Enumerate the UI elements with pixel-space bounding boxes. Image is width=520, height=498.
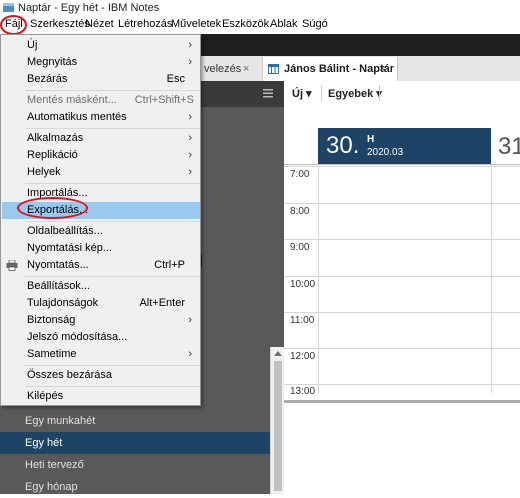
export-annotation-circle <box>17 197 88 219</box>
header-divider <box>284 164 520 165</box>
menu-item-exit[interactable]: Kilépés <box>2 388 200 405</box>
menu-separator <box>25 183 200 184</box>
nav-item-label: Egy hónap <box>25 481 78 493</box>
day-header[interactable]: 30. H 2020.03 <box>318 128 491 164</box>
menu-separator <box>25 221 200 222</box>
menu-separator <box>25 128 200 129</box>
menu-item-preferences[interactable]: Beállítások... <box>2 278 200 295</box>
menu-item-sametime[interactable]: Sametime › <box>2 346 200 363</box>
nav-item-label: Egy munkahét <box>25 415 96 427</box>
menu-window[interactable]: Ablak <box>270 18 298 30</box>
nav-item-week-planner[interactable]: Heti tervező <box>0 454 270 476</box>
chevron-right-icon: › <box>188 111 192 123</box>
printer-icon <box>6 260 18 271</box>
next-day-number[interactable]: 31 <box>498 133 520 161</box>
nav-item-label: Egy hét <box>25 437 63 449</box>
menu-item-autosave[interactable]: Automatikus mentés › <box>2 109 200 126</box>
file-menu-dropdown: Új › Megnyitás › Bezárás Esc Mentés másként… <box>0 34 201 406</box>
hamburger-icon[interactable] <box>263 89 273 98</box>
tab-calendar[interactable]: János Bálint - Naptár × <box>262 57 398 81</box>
toolbar-divider <box>321 85 322 101</box>
menu-separator <box>25 90 200 91</box>
day-number: 30. <box>326 132 360 159</box>
toolbar-divider <box>379 85 380 101</box>
menu-edit[interactable]: Szerkesztés <box>30 18 90 30</box>
file-menu-annotation-circle <box>0 15 27 35</box>
tab-calendar-label: János Bálint - Naptár <box>284 63 395 75</box>
menu-item-close-all[interactable]: Összes bezárása <box>2 367 200 384</box>
chevron-right-icon: › <box>188 149 192 161</box>
hour-line <box>284 239 520 240</box>
hour-line <box>284 276 520 277</box>
window-title: Naptár - Egy hét - IBM Notes <box>18 2 160 14</box>
menu-item-print[interactable]: Nyomtatás... Ctrl+P <box>2 257 200 274</box>
menu-view[interactable]: Nézet <box>85 18 114 30</box>
time-column-divider <box>318 165 319 393</box>
title-bar: Naptár - Egy hét - IBM Notes <box>0 0 520 17</box>
nav-item-label: Heti tervező <box>25 459 84 471</box>
menu-separator <box>25 276 200 277</box>
nav-item-month[interactable]: Egy hónap <box>0 476 270 498</box>
hour-line <box>284 166 520 167</box>
chevron-right-icon: › <box>188 166 192 178</box>
close-icon[interactable]: × <box>243 63 249 75</box>
menu-item-open[interactable]: Megnyitás › <box>2 54 200 71</box>
hour-label: 13:00 <box>290 386 316 397</box>
hour-label: 8:00 <box>290 206 310 217</box>
menu-separator <box>25 386 200 387</box>
hour-line <box>284 348 520 349</box>
chevron-right-icon: › <box>188 348 192 360</box>
hour-line <box>284 312 520 313</box>
scrollbar[interactable] <box>270 347 285 494</box>
tab-mail[interactable]: velezés × <box>200 57 262 81</box>
menu-item-page-setup[interactable]: Oldalbeállítás... <box>2 223 200 240</box>
menu-item-locations[interactable]: Helyek › <box>2 164 200 181</box>
hour-line <box>284 384 520 385</box>
menu-item-replication[interactable]: Replikáció › <box>2 147 200 164</box>
scroll-up-arrow-icon[interactable] <box>274 351 282 356</box>
menu-item-security[interactable]: Biztonság › <box>2 312 200 329</box>
day-weekday: H <box>367 134 375 145</box>
hour-label: 10:00 <box>290 279 316 290</box>
menu-tools[interactable]: Eszközök <box>222 18 269 30</box>
close-icon[interactable]: × <box>379 63 385 75</box>
hour-line <box>284 203 520 204</box>
tab-mail-label: velezés <box>204 63 242 75</box>
menu-item-close[interactable]: Bezárás Esc <box>2 71 200 88</box>
menu-help[interactable]: Súgó <box>302 18 328 30</box>
menu-actions[interactable]: Műveletek <box>171 18 221 30</box>
hour-label: 7:00 <box>290 169 310 180</box>
menu-item-print-preview[interactable]: Nyomtatási kép... <box>2 240 200 257</box>
menu-separator <box>25 365 200 366</box>
menu-create[interactable]: Létrehozás <box>118 18 172 30</box>
chevron-right-icon: › <box>188 56 192 68</box>
menu-item-save-as[interactable]: Mentés másként... Ctrl+Shift+S <box>2 92 200 109</box>
menu-item-change-password[interactable]: Jelszó módosítása... <box>2 329 200 346</box>
more-button[interactable]: Egyebek ▾ <box>328 87 382 100</box>
hour-label: 11:00 <box>290 315 315 326</box>
nav-item-work-week[interactable]: Egy munkahét <box>0 410 270 432</box>
calendar-toolbar: Új ▾ Egyebek ▾ <box>284 81 520 108</box>
chevron-right-icon: › <box>188 314 192 326</box>
menu-item-properties[interactable]: Tulajdonságok Alt+Enter <box>2 295 200 312</box>
menu-bar: Fájl Szerkesztés Nézet Létrehozás Művele… <box>0 17 520 34</box>
calendar-icon <box>268 64 279 74</box>
chevron-right-icon: › <box>188 39 192 51</box>
new-button[interactable]: Új ▾ <box>292 87 312 100</box>
hour-label: 12:00 <box>290 351 316 362</box>
day-column-divider <box>491 165 492 393</box>
chevron-right-icon: › <box>188 132 192 144</box>
scrollbar-thumb[interactable] <box>274 361 282 491</box>
ibm-notes-app-icon <box>3 3 14 12</box>
menu-item-application[interactable]: Alkalmazás › <box>2 130 200 147</box>
hour-label: 9:00 <box>290 242 310 253</box>
calendar-bottom-pane <box>284 400 520 497</box>
day-month: 2020.03 <box>367 147 404 158</box>
nav-item-week[interactable]: Egy hét <box>0 432 270 454</box>
menu-item-new[interactable]: Új › <box>2 37 200 54</box>
